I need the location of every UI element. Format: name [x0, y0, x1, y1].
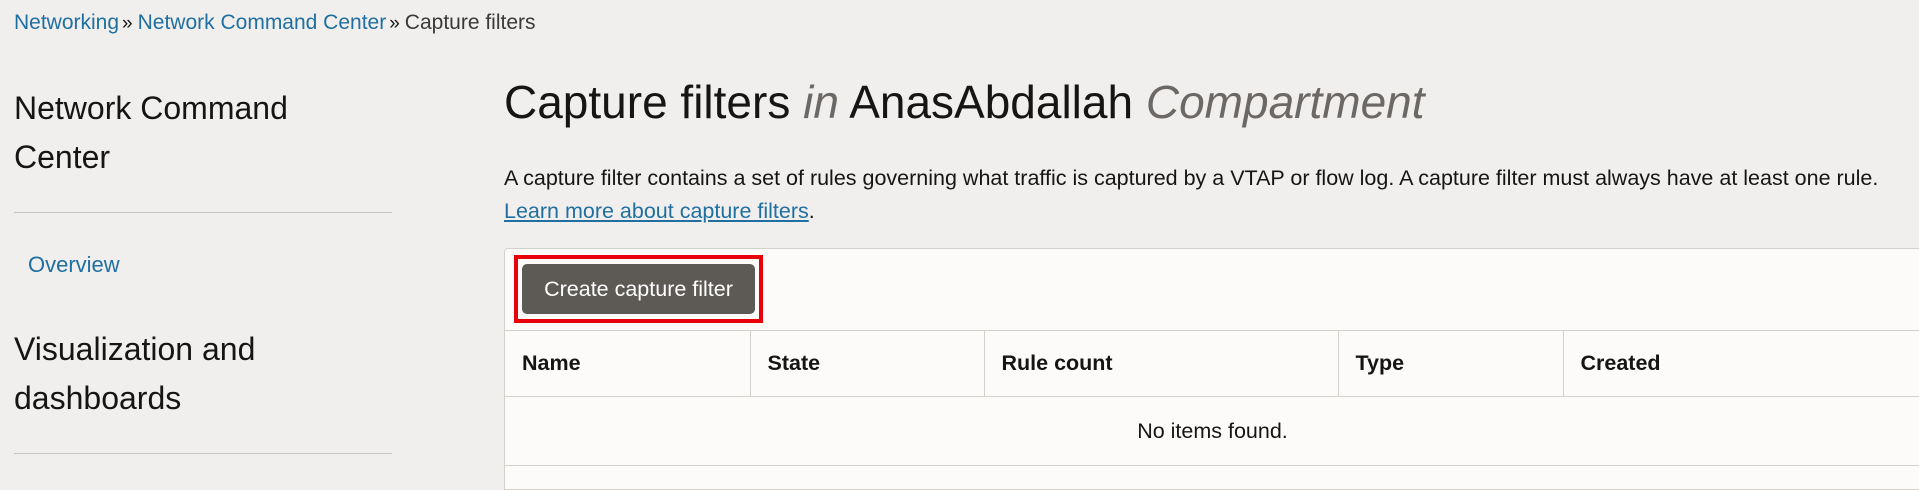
- sidebar-item-overview[interactable]: Overview: [14, 250, 392, 280]
- table-empty-row: No items found.: [505, 396, 1919, 466]
- capture-filters-table-panel: Create capture filter Name State Rule co…: [504, 248, 1919, 490]
- description-text: A capture filter contains a set of rules…: [504, 166, 1879, 190]
- sidebar-section-title-visualization: Visualization and dashboards: [14, 331, 256, 416]
- column-header-name[interactable]: Name: [505, 331, 751, 397]
- capture-filters-table: Name State Rule count Type Created No it…: [505, 331, 1919, 466]
- breadcrumb-networking-link[interactable]: Networking: [14, 11, 119, 34]
- column-header-created[interactable]: Created: [1563, 331, 1919, 397]
- breadcrumb-current: Capture filters: [404, 11, 536, 34]
- create-capture-filter-button[interactable]: Create capture filter: [522, 264, 755, 314]
- main-content: Capture filters in AnasAbdallah Compartm…: [504, 72, 1919, 490]
- table-toolbar: Create capture filter: [505, 249, 1919, 331]
- learn-more-link[interactable]: Learn more about capture filters: [504, 199, 809, 223]
- breadcrumb-separator: »: [122, 13, 133, 34]
- empty-state-message: No items found.: [505, 396, 1919, 466]
- page-description: A capture filter contains a set of rules…: [504, 162, 1919, 228]
- table-header-row: Name State Rule count Type Created: [505, 331, 1919, 397]
- page-title: Capture filters in AnasAbdallah Compartm…: [504, 72, 1919, 132]
- sidebar-divider: [14, 212, 392, 213]
- compartment-name: AnasAbdallah: [849, 76, 1134, 128]
- column-header-state[interactable]: State: [750, 331, 985, 397]
- description-end: .: [808, 199, 815, 223]
- compartment-label: Compartment: [1145, 76, 1425, 128]
- sidebar: Network Command Center Overview Visualiz…: [14, 84, 392, 454]
- sidebar-divider: [14, 453, 392, 454]
- breadcrumb-separator: »: [389, 13, 400, 34]
- column-header-type[interactable]: Type: [1338, 331, 1564, 397]
- page-title-main: Capture filters: [504, 76, 791, 128]
- breadcrumb: Networking» Network Command Center» Captur…: [14, 10, 536, 37]
- breadcrumb-network-command-center-link[interactable]: Network Command Center: [138, 11, 387, 34]
- sidebar-section-title-network-command-center: Network Command Center: [14, 90, 288, 175]
- column-header-rule-count[interactable]: Rule count: [984, 331, 1339, 397]
- page-title-in: in: [803, 76, 839, 128]
